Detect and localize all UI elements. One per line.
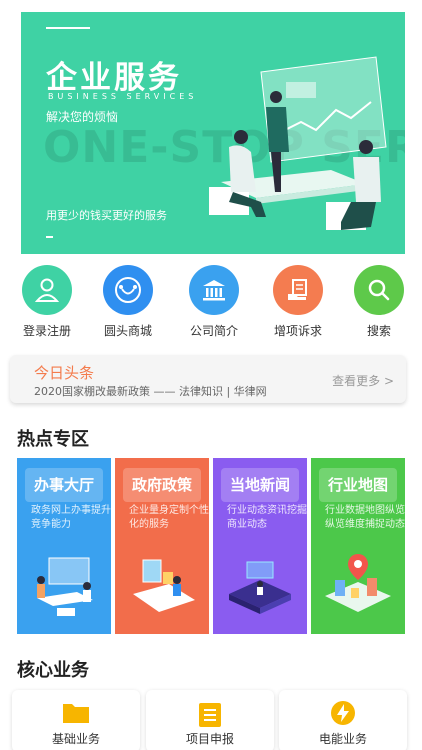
core-label: 电能业务 — [318, 732, 367, 746]
decor-line — [46, 27, 90, 29]
card-title: 当地新闻 — [221, 468, 299, 502]
user-icon — [22, 265, 72, 315]
core-item-project[interactable]: 项目申报 — [146, 690, 274, 750]
phone-illustration — [133, 559, 195, 612]
quick-label: 登录注册 — [22, 324, 71, 338]
quick-item-search[interactable]: 搜索 — [339, 265, 419, 339]
core-label: 项目申报 — [185, 732, 234, 746]
banner-subtitle-en: BUSINESS SERVICES — [48, 92, 198, 101]
hero-banner[interactable]: 企业服务 BUSINESS SERVICES 解决您的烦恼 ONE-STOP S… — [21, 12, 405, 254]
core-label: 基础业务 — [51, 732, 100, 746]
card-desc: 政务网上办事提升竞争能力 — [31, 505, 111, 530]
bank-icon — [189, 265, 239, 315]
card-title: 办事大厅 — [25, 468, 103, 502]
banner-title: 企业服务 — [46, 60, 182, 96]
headline-text[interactable]: 2020国家棚改最新政策 —— 法律知识 | 华律网 — [34, 383, 267, 399]
section-title-core: 核心业务 — [17, 660, 89, 681]
headline-title: 今日头条 — [34, 364, 95, 382]
quick-item-about[interactable]: 公司简介 — [174, 265, 254, 339]
meeting-illustration — [37, 557, 93, 616]
quick-item-mall[interactable]: 圆头商城 — [88, 265, 168, 339]
clipboard-icon — [198, 700, 222, 732]
view-more-link[interactable]: 查看更多 > — [332, 372, 394, 389]
hot-card-local-news[interactable]: 当地新闻 行业动态资讯挖掘商业动态 — [213, 458, 307, 634]
smile-circle-icon — [103, 265, 153, 315]
quick-item-login[interactable]: 登录注册 — [7, 265, 87, 339]
card-desc: 行业动态资讯挖掘商业动态 — [227, 505, 307, 530]
quick-menu: 登录注册 圆头商城 公司简介 增项诉求 搜索 — [0, 265, 422, 340]
quick-item-request[interactable]: 增项诉求 — [258, 265, 338, 339]
city-map-illustration — [325, 554, 391, 612]
headline-news-bar[interactable]: 今日头条 2020国家棚改最新政策 —— 法律知识 | 华律网 查看更多 > — [10, 355, 406, 403]
card-title: 政府政策 — [123, 468, 201, 502]
search-icon — [354, 265, 404, 315]
folder-icon — [62, 700, 90, 728]
hot-card-industry-map[interactable]: 行业地图 行业数据地图纵览纵览维度捕捉动态 — [311, 458, 405, 634]
decor-line — [46, 236, 53, 238]
hot-card-policy[interactable]: 政府政策 企业量身定制个性化的服务 — [115, 458, 209, 634]
platform-illustration — [229, 561, 291, 614]
office-meeting-illustration — [209, 56, 387, 230]
quick-label: 圆头商城 — [103, 324, 152, 338]
card-desc: 企业量身定制个性化的服务 — [129, 505, 209, 530]
quick-label: 搜索 — [366, 324, 391, 338]
lightning-icon — [330, 700, 356, 730]
quick-label: 增项诉求 — [273, 324, 322, 338]
card-title: 行业地图 — [319, 468, 397, 502]
card-desc: 行业数据地图纵览纵览维度捕捉动态 — [325, 505, 405, 530]
quick-label: 公司简介 — [189, 324, 238, 338]
core-item-basic[interactable]: 基础业务 — [12, 690, 140, 750]
hot-card-service-hall[interactable]: 办事大厅 政务网上办事提升竞争能力 — [17, 458, 111, 634]
document-hand-icon — [273, 265, 323, 315]
section-title-hot: 热点专区 — [17, 429, 89, 450]
core-item-power[interactable]: 电能业务 — [279, 690, 407, 750]
banner-tagline: 用更少的钱买更好的服务 — [46, 209, 167, 222]
